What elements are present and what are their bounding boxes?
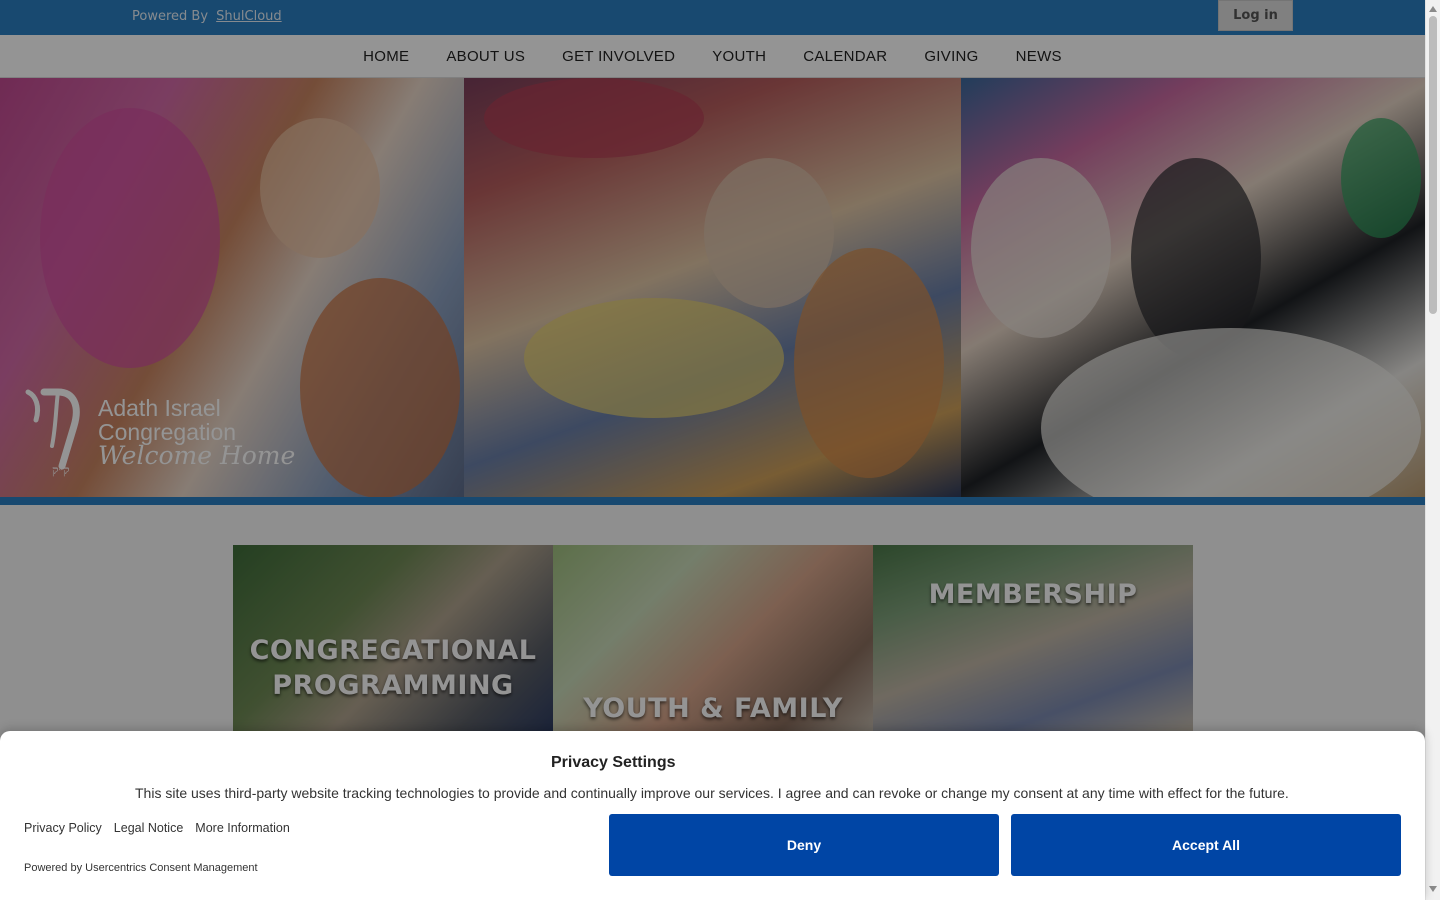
deny-button[interactable]: Deny [609,814,999,876]
consent-links: Privacy Policy Legal Notice More Informa… [24,821,290,835]
scroll-thumb[interactable] [1429,16,1437,314]
privacy-consent-banner: Privacy Settings This site uses third-pa… [0,731,1425,900]
legal-notice-link[interactable]: Legal Notice [114,821,184,835]
consent-description: This site uses third-party website track… [135,785,1289,801]
page-scrollbar[interactable] [1425,0,1440,900]
more-information-link[interactable]: More Information [195,821,289,835]
accept-all-button[interactable]: Accept All [1011,814,1401,876]
scroll-up-arrow-icon[interactable] [1429,6,1437,12]
consent-powered-by: Powered by Usercentrics Consent Manageme… [24,862,258,874]
privacy-policy-link[interactable]: Privacy Policy [24,821,102,835]
consent-title: Privacy Settings [551,754,676,771]
scroll-down-arrow-icon[interactable] [1429,886,1437,892]
